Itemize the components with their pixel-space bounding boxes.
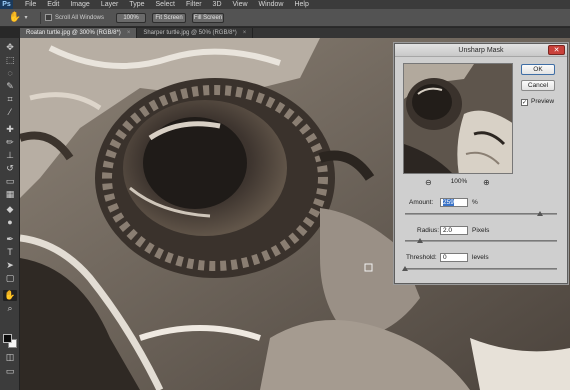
healing-brush-tool-icon[interactable]: ✚	[3, 124, 17, 135]
menu-3d[interactable]: 3D	[213, 0, 222, 9]
pen-tool-icon[interactable]: ✒	[3, 234, 17, 245]
tool-preset-caret-icon[interactable]: ▾	[22, 12, 30, 24]
tab-label: Roatan turtle.jpg @ 300% (RGB/8*)	[26, 30, 121, 36]
preview-image	[404, 64, 512, 173]
marquee-tool-icon[interactable]: ⬚	[3, 55, 17, 66]
amount-label: Amount:	[409, 199, 434, 206]
options-bar: ✋ ▾ Scroll All Windows 100% Fit Screen F…	[0, 9, 570, 27]
radius-slider-track[interactable]	[405, 240, 557, 242]
document-tabs: Roatan turtle.jpg @ 300% (RGB/8*) × Shar…	[20, 28, 570, 38]
screen-mode-icon[interactable]: ▭	[3, 366, 17, 377]
quick-mask-icon[interactable]: ◫	[3, 352, 17, 363]
menu-select[interactable]: Select	[156, 0, 175, 9]
radius-value: 2.0	[443, 227, 453, 234]
threshold-unit: levels	[472, 254, 489, 261]
menu-view[interactable]: View	[233, 0, 248, 9]
tab-sharper-turtle[interactable]: Sharper turtle.jpg @ 50% (RGB/8*) ×	[137, 28, 254, 38]
clone-stamp-tool-icon[interactable]: ⊥	[3, 150, 17, 161]
quick-select-tool-icon[interactable]: ✎	[3, 81, 17, 92]
zoom-out-icon[interactable]: ⊖	[425, 178, 432, 187]
gradient-tool-icon[interactable]: ▦	[3, 189, 17, 200]
shape-tool-icon[interactable]: ▢	[3, 273, 17, 284]
threshold-slider-thumb[interactable]	[402, 266, 408, 271]
radius-field[interactable]: 2.0	[440, 226, 468, 235]
radius-slider-thumb[interactable]	[417, 238, 424, 243]
menu-filter[interactable]: Filter	[186, 0, 202, 9]
menu-file[interactable]: File	[25, 0, 36, 9]
unsharp-mask-dialog: Unsharp Mask ✕ OK Cancel ✓ Preview ⊖ 100…	[394, 43, 568, 284]
dialog-title: Unsharp Mask	[458, 47, 504, 54]
fit-screen-button[interactable]: Fit Screen	[152, 12, 187, 23]
hand-tool-icon[interactable]: ✋	[3, 290, 17, 301]
scroll-all-windows-label: Scroll All Windows	[55, 14, 105, 21]
zoom-tool-icon[interactable]: ⌕	[3, 303, 17, 314]
hand-icon[interactable]: ✋	[8, 12, 22, 24]
zoom-in-icon[interactable]: ⊕	[483, 178, 490, 187]
menu-edit[interactable]: Edit	[47, 0, 59, 9]
history-brush-tool-icon[interactable]: ↺	[3, 163, 17, 174]
close-icon[interactable]: ×	[243, 28, 247, 38]
brush-tool-icon[interactable]: ✏	[3, 137, 17, 148]
menu-window[interactable]: Window	[259, 0, 284, 9]
amount-value: 259	[443, 199, 454, 206]
foreground-color-swatch[interactable]	[3, 334, 12, 343]
close-icon[interactable]: ✕	[548, 45, 565, 55]
preview-zoom-level: 100%	[450, 178, 468, 185]
zoom-100-button[interactable]: 100%	[116, 12, 147, 23]
threshold-slider-track[interactable]	[405, 268, 557, 270]
menu-type[interactable]: Type	[129, 0, 144, 9]
dodge-tool-icon[interactable]: ●	[3, 217, 17, 228]
eyedropper-tool-icon[interactable]: ⁄	[3, 107, 17, 118]
radius-unit: Pixels	[472, 227, 490, 234]
threshold-label: Threshold:	[406, 254, 437, 261]
radius-label: Radius:	[417, 227, 440, 234]
preview-label: Preview	[531, 98, 555, 105]
blur-tool-icon[interactable]: ◆	[3, 204, 17, 215]
divider	[40, 11, 41, 24]
preview-checkbox[interactable]: ✓	[521, 99, 528, 106]
lasso-tool-icon[interactable]: ◌	[3, 68, 17, 79]
menu-image[interactable]: Image	[70, 0, 89, 9]
threshold-field[interactable]: 0	[440, 253, 468, 262]
fill-screen-button[interactable]: Fill Screen	[192, 12, 225, 23]
cancel-button[interactable]: Cancel	[521, 80, 555, 91]
crop-tool-icon[interactable]: ⌗	[3, 94, 17, 105]
close-icon[interactable]: ×	[127, 28, 131, 38]
ok-button[interactable]: OK	[521, 64, 555, 75]
tab-roatan-turtle[interactable]: Roatan turtle.jpg @ 300% (RGB/8*) ×	[20, 28, 138, 38]
menu-bar: Ps File Edit Image Layer Type Select Fil…	[0, 0, 570, 9]
move-tool-icon[interactable]: ✥	[3, 42, 17, 53]
amount-slider-thumb[interactable]	[537, 211, 544, 216]
menu-layer[interactable]: Layer	[101, 0, 119, 9]
tools-panel: ✥ ⬚ ◌ ✎ ⌗ ⁄ ✚ ✏ ⊥ ↺ ▭ ▦ ◆ ● ✒ T ➤ ▢ ✋ ⌕ …	[0, 38, 20, 390]
eraser-tool-icon[interactable]: ▭	[3, 176, 17, 187]
amount-field[interactable]: 259	[440, 198, 468, 207]
threshold-value: 0	[443, 254, 447, 261]
amount-unit: %	[472, 199, 478, 206]
amount-slider-track[interactable]	[405, 213, 557, 215]
scroll-all-windows-checkbox[interactable]	[45, 14, 52, 21]
menu-help[interactable]: Help	[294, 0, 308, 9]
filter-preview[interactable]	[403, 63, 513, 174]
tab-label: Sharper turtle.jpg @ 50% (RGB/8*)	[143, 30, 237, 36]
type-tool-icon[interactable]: T	[3, 247, 17, 258]
photoshop-logo: Ps	[0, 0, 13, 9]
path-selection-tool-icon[interactable]: ➤	[3, 260, 17, 271]
dialog-title-bar[interactable]: Unsharp Mask ✕	[395, 44, 567, 57]
